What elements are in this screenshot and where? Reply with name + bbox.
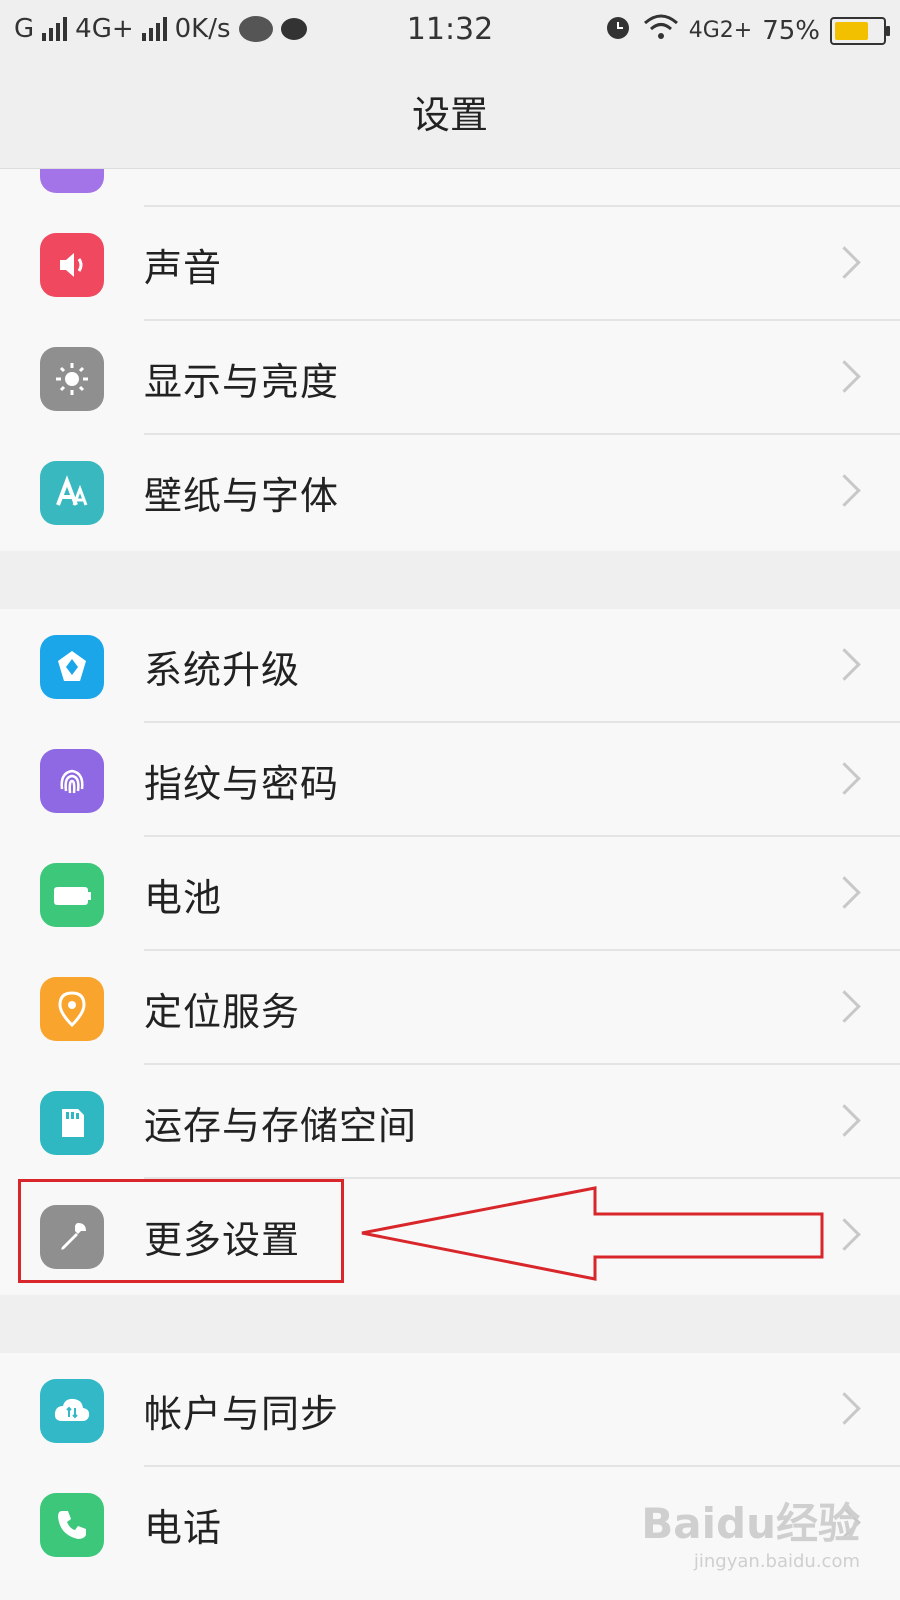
wifi-icon [643, 13, 679, 48]
settings-item[interactable]: 壁纸与字体 [0, 435, 900, 549]
settings-item-label: 指纹与密码 [144, 761, 340, 806]
settings-item-label: 运存与存储空间 [144, 1103, 418, 1148]
settings-item[interactable]: 声音 [0, 207, 900, 321]
chevron-right-icon [828, 762, 861, 795]
group-divider [0, 1295, 900, 1353]
location-pin-icon [40, 977, 104, 1041]
watermark-url: jingyan.baidu.com [693, 1551, 860, 1572]
cloud-sync-icon [40, 1379, 104, 1443]
settings-item[interactable]: 电池 [0, 837, 900, 951]
settings-item[interactable]: 系统升级 [0, 609, 900, 723]
settings-group-display: 声音显示与亮度壁纸与字体 [0, 207, 900, 549]
group-divider [0, 551, 900, 609]
chevron-right-icon [828, 360, 861, 393]
chevron-right-icon [828, 990, 861, 1023]
settings-item[interactable]: 运存与存储空间 [0, 1065, 900, 1179]
speaker-icon [40, 233, 104, 297]
settings-item-label: 声音 [144, 245, 223, 290]
partial-row [0, 169, 900, 207]
watermark: Baidu经验 jingyan.baidu.com [641, 1490, 860, 1572]
network-type-right: 4G2+ [688, 18, 753, 43]
chevron-right-icon [828, 474, 861, 507]
settings-item-label: 定位服务 [144, 989, 301, 1034]
settings-item-label: 电话 [144, 1505, 223, 1550]
chevron-right-icon [828, 876, 861, 909]
chevron-right-icon [828, 1392, 861, 1425]
font-icon [40, 461, 104, 525]
chevron-right-icon [828, 1218, 861, 1251]
battery-percent: 75% [762, 15, 820, 46]
upgrade-icon [40, 635, 104, 699]
settings-item-label: 系统升级 [144, 647, 301, 692]
fingerprint-icon [40, 749, 104, 813]
battery-icon [830, 16, 890, 45]
chevron-right-icon [828, 648, 861, 681]
watermark-brand: Baidu经验 [641, 1499, 860, 1548]
alarm-icon [603, 12, 633, 49]
settings-item-label: 电池 [144, 875, 223, 920]
page-title: 设置 [411, 93, 488, 137]
phone-icon [40, 1493, 104, 1557]
settings-item[interactable]: 定位服务 [0, 951, 900, 1065]
status-right: 4G2+ 75% [603, 12, 890, 49]
settings-item-label: 壁纸与字体 [144, 473, 340, 518]
settings-item[interactable]: 显示与亮度 [0, 321, 900, 435]
settings-item[interactable]: 帐户与同步 [0, 1353, 900, 1467]
chevron-right-icon [828, 1104, 861, 1137]
sd-card-icon [40, 1091, 104, 1155]
settings-item[interactable]: 指纹与密码 [0, 723, 900, 837]
status-bar: G 4G+ 0K/s 11:32 4G2+ 75% [0, 0, 900, 62]
sun-icon [40, 347, 104, 411]
partial-item-icon [40, 169, 104, 193]
chevron-right-icon [828, 246, 861, 279]
battery-level-fill [835, 21, 868, 40]
settings-item-label: 显示与亮度 [144, 359, 340, 404]
battery-icon [40, 863, 104, 927]
settings-item-label: 帐户与同步 [144, 1391, 340, 1436]
title-bar: 设置 [0, 62, 900, 169]
highlight-box [18, 1179, 344, 1283]
